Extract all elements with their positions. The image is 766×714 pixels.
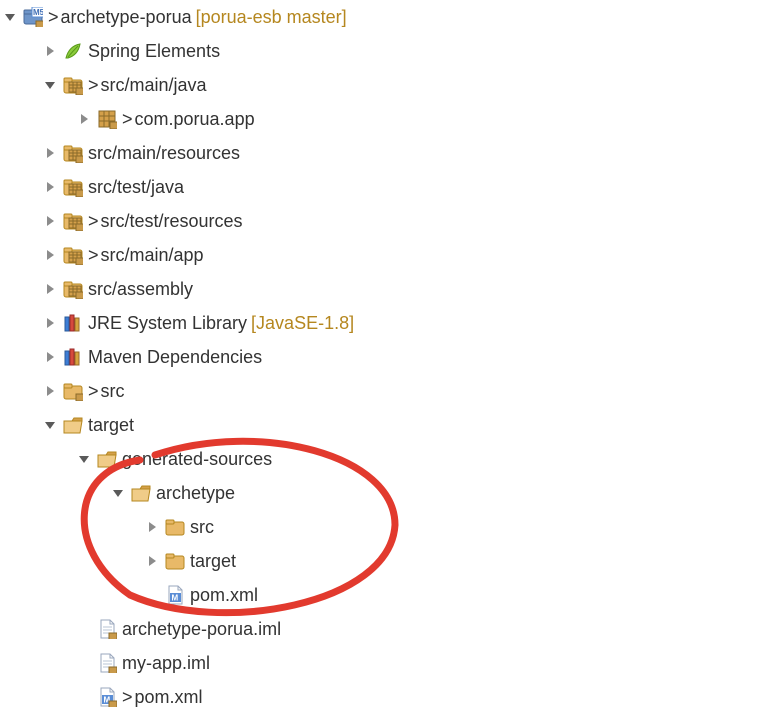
tree-item-label: generated-sources [122,442,272,476]
chevron-right-icon[interactable] [42,315,58,331]
file-icon [96,618,118,640]
tree-item-label: com.porua.app [135,102,255,136]
tree-item-label: src/main/java [101,68,207,102]
source-folder-icon [62,244,84,266]
project-tree: > archetype-porua [porua-esb master] Spr… [0,0,766,714]
tree-item[interactable]: JRE System Library [JavaSE-1.8] [0,306,766,340]
library-suffix: [JavaSE-1.8] [251,306,354,340]
maven-file-icon [96,686,118,708]
arrow-placeholder [76,689,92,705]
tree-item-label: archetype-porua [61,0,192,34]
folder-open-icon [130,482,152,504]
tree-item[interactable]: src/assembly [0,272,766,306]
tree-item[interactable]: my-app.iml [0,646,766,680]
tree-item[interactable]: target [0,544,766,578]
chevron-right-icon[interactable] [42,43,58,59]
tree-item-label: JRE System Library [88,306,247,340]
tree-item[interactable]: Spring Elements [0,34,766,68]
tree-item-label: src [190,510,214,544]
chevron-right-icon[interactable] [42,213,58,229]
folder-open-icon [96,448,118,470]
arrow-placeholder [76,621,92,637]
tree-item[interactable]: > src [0,374,766,408]
tree-item-label: archetype-porua.iml [122,612,281,646]
vcs-prefix: > [122,680,133,714]
chevron-down-icon[interactable] [42,417,58,433]
chevron-right-icon[interactable] [42,247,58,263]
tree-item-root[interactable]: > archetype-porua [porua-esb master] [0,0,766,34]
tree-item[interactable]: src/test/java [0,170,766,204]
tree-item-label: target [190,544,236,578]
library-icon [62,312,84,334]
tree-item[interactable]: src/main/resources [0,136,766,170]
chevron-right-icon[interactable] [42,281,58,297]
arrow-placeholder [144,587,160,603]
vcs-branch-label: [porua-esb master] [196,0,347,34]
chevron-right-icon[interactable] [144,553,160,569]
tree-item[interactable]: target [0,408,766,442]
tree-item-label: src [101,374,125,408]
chevron-down-icon[interactable] [2,9,18,25]
chevron-down-icon[interactable] [42,77,58,93]
folder-icon [164,550,186,572]
tree-item[interactable]: generated-sources [0,442,766,476]
tree-item-label: Maven Dependencies [88,340,262,374]
vcs-prefix: > [88,68,99,102]
tree-item-label: Spring Elements [88,34,220,68]
vcs-prefix: > [48,0,59,34]
chevron-down-icon[interactable] [110,485,126,501]
tree-item-label: src/assembly [88,272,193,306]
source-folder-icon [62,278,84,300]
tree-item-label: src/main/app [101,238,204,272]
folder-icon [164,516,186,538]
source-folder-icon [62,74,84,96]
maven-file-icon [164,584,186,606]
chevron-right-icon[interactable] [144,519,160,535]
tree-item[interactable]: Maven Dependencies [0,340,766,374]
chevron-down-icon[interactable] [76,451,92,467]
tree-item[interactable]: > src/main/java [0,68,766,102]
file-icon [96,652,118,674]
source-folder-icon [62,142,84,164]
chevron-right-icon[interactable] [42,349,58,365]
tree-item[interactable]: > src/test/resources [0,204,766,238]
tree-item[interactable]: src [0,510,766,544]
tree-item-label: src/main/resources [88,136,240,170]
tree-item[interactable]: archetype [0,476,766,510]
chevron-right-icon[interactable] [42,179,58,195]
source-folder-icon [62,176,84,198]
source-folder-icon [62,210,84,232]
tree-item[interactable]: pom.xml [0,578,766,612]
chevron-right-icon[interactable] [42,145,58,161]
project-icon [22,6,44,28]
tree-item-label: src/test/resources [101,204,243,238]
library-icon [62,346,84,368]
vcs-prefix: > [88,238,99,272]
tree-item-label: my-app.iml [122,646,210,680]
tree-item-label: target [88,408,134,442]
spring-icon [62,40,84,62]
tree-item[interactable]: > src/main/app [0,238,766,272]
folder-icon [62,380,84,402]
package-icon [96,108,118,130]
tree-item[interactable]: archetype-porua.iml [0,612,766,646]
chevron-right-icon[interactable] [42,383,58,399]
tree-item[interactable]: > com.porua.app [0,102,766,136]
tree-item[interactable]: > pom.xml [0,680,766,714]
folder-open-icon [62,414,84,436]
tree-item-label: archetype [156,476,235,510]
chevron-right-icon[interactable] [76,111,92,127]
vcs-prefix: > [88,374,99,408]
tree-item-label: pom.xml [135,680,203,714]
tree-item-label: src/test/java [88,170,184,204]
vcs-prefix: > [122,102,133,136]
tree-item-label: pom.xml [190,578,258,612]
arrow-placeholder [76,655,92,671]
vcs-prefix: > [88,204,99,238]
